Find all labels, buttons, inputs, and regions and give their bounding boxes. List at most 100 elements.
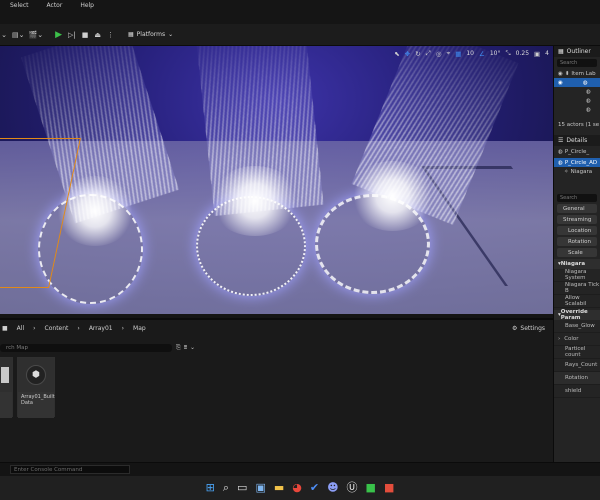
location-dropdown[interactable]: Location	[557, 226, 597, 235]
menu-actor[interactable]: Actor	[47, 2, 63, 9]
chevron-down-icon[interactable]: ⌄	[190, 344, 195, 352]
component-name: P_Circle_AD	[564, 159, 598, 166]
console-input[interactable]: Enter Console Command	[10, 465, 130, 474]
cube-icon: ⬢	[18, 358, 54, 392]
tab-outliner[interactable]: ▦ Outliner	[554, 46, 600, 57]
outliner-icon: ▦	[558, 48, 564, 55]
gear-icon: ⚙	[512, 324, 518, 332]
content-search-input[interactable]: rch Map	[0, 344, 172, 352]
details-actor-name[interactable]: P_Circle_	[565, 149, 589, 155]
actor-count-label: 15 actors (1 se	[558, 121, 600, 128]
component-icon: ◍	[558, 159, 563, 166]
menu-help[interactable]: Help	[80, 2, 94, 9]
scale-snap-value[interactable]: 0.25	[516, 50, 529, 57]
section-niagara[interactable]: ▾ Niagara	[554, 259, 600, 269]
eject-button[interactable]: ⏏	[94, 28, 101, 42]
chevron-right-icon[interactable]: ›	[558, 336, 560, 342]
cinematics-icon[interactable]: 🎬⌄	[28, 28, 43, 42]
level-thumbnail	[0, 358, 12, 392]
camera-speed-icon[interactable]: ▣	[534, 50, 540, 58]
main-toolbar: ⌄ ▤⌄ 🎬⌄ ▶ ▷| ■ ⏏ ⋮ ▦ Platforms ⌄	[0, 24, 600, 46]
search-icon[interactable]: ⌕	[223, 481, 229, 495]
asset-tile[interactable]: ⬢ Array01_Built Data	[17, 357, 55, 418]
asset-label: Array01_Built Data	[18, 392, 55, 418]
stop-button[interactable]: ■	[82, 28, 89, 42]
breadcrumb-map[interactable]: Map	[133, 325, 146, 332]
glow-core	[350, 161, 435, 231]
platforms-icon: ▦	[128, 31, 134, 38]
rotate-icon[interactable]: ↻	[415, 50, 420, 58]
details-search-placeholder: Search	[560, 195, 578, 201]
grid-snap-icon[interactable]: ▦	[455, 50, 461, 58]
outliner-header: ◉ ⬍ Item Lab	[554, 69, 600, 78]
component-row[interactable]: ✧ Niagara	[554, 167, 600, 176]
menu-select[interactable]: Select	[10, 2, 29, 9]
outliner-row[interactable]: ◍	[554, 87, 600, 96]
filter-general[interactable]: General	[557, 204, 597, 213]
level-viewport[interactable]: ⬉ ✥ ↻ ⤢ ◎ ⌖ ▦ 10 ∠ 10° ⤡ 0.25 ▣ 4	[0, 46, 553, 314]
pin-icon[interactable]: ⬍	[565, 71, 570, 77]
filter-streaming[interactable]: Streaming	[557, 215, 597, 224]
widgets-icon[interactable]: ▣	[255, 481, 265, 495]
outliner-row[interactable]: ◍	[554, 105, 600, 114]
task-view-icon[interactable]: ▭	[237, 481, 247, 495]
actor-icon: ◍	[558, 149, 563, 155]
scale-dropdown[interactable]: Scale	[557, 248, 597, 257]
more-options-icon[interactable]: ⋮	[107, 28, 114, 42]
filter-icon[interactable]: ⩩	[184, 344, 187, 352]
content-search-placeholder: rch Map	[6, 345, 29, 351]
rotation-snap-value[interactable]: 10°	[490, 50, 501, 57]
right-panel: ▦ Outliner Search ◉ ⬍ Item Lab ◉ ◍ ◍ ◍ ◍…	[553, 46, 600, 462]
console-bar: Enter Console Command	[0, 462, 600, 476]
niagara-icon: ✧	[564, 168, 569, 175]
scale-icon[interactable]: ⤢	[426, 49, 431, 58]
app-icon[interactable]: ■	[384, 481, 394, 495]
platforms-button[interactable]: ▦ Platforms ⌄	[128, 31, 173, 38]
unreal-icon[interactable]: Ⓤ	[347, 481, 358, 495]
outliner-search-placeholder: Search	[560, 60, 578, 66]
scale-snap-icon[interactable]: ⤡	[505, 49, 510, 58]
play-button[interactable]: ▶	[55, 28, 62, 42]
surface-snap-icon[interactable]: ⌖	[447, 49, 451, 58]
outliner-search[interactable]: Search	[557, 59, 597, 67]
step-button[interactable]: ▷|	[68, 28, 76, 42]
breadcrumb-array01[interactable]: Array01	[89, 325, 113, 332]
chevron-down-icon: ⌄	[168, 31, 174, 38]
rotation-dropdown[interactable]: Rotation	[557, 237, 597, 246]
content-browser: ■ All › Content › Array01 › Map ⚙ Settin…	[0, 318, 553, 462]
component-row[interactable]: ◍ P_Circle_AD	[554, 158, 600, 167]
breadcrumb-content[interactable]: Content	[45, 325, 69, 332]
todo-icon[interactable]: ✔	[310, 481, 319, 495]
world-local-icon[interactable]: ◎	[436, 50, 442, 58]
chrome-icon[interactable]: ◕	[292, 481, 302, 495]
eye-icon[interactable]: ◉	[558, 80, 563, 86]
section-override-params[interactable]: ▾ Override Param	[554, 309, 600, 321]
breadcrumb-all[interactable]: All	[17, 325, 24, 332]
camtasia-icon[interactable]: ■	[366, 481, 376, 495]
asset-tile[interactable]	[0, 357, 13, 418]
rotation-snap-icon[interactable]: ∠	[479, 50, 485, 58]
settings-label: Settings	[520, 324, 545, 332]
blueprint-icon[interactable]: ▤⌄	[12, 28, 24, 42]
tab-details[interactable]: ☰ Details	[554, 135, 600, 146]
save-search-icon[interactable]: ⎘	[176, 344, 181, 352]
translate-icon[interactable]: ✥	[405, 50, 410, 58]
windows-taskbar: ⊞ ⌕ ▭ ▣ ▬ ◕ ✔ ☻ Ⓤ ■ ■	[0, 476, 600, 500]
file-explorer-icon[interactable]: ▬	[274, 481, 284, 495]
details-actor: ◍ P_Circle_	[554, 146, 600, 158]
outliner-row[interactable]: ◉ ◍	[554, 78, 600, 87]
details-search[interactable]: Search	[557, 194, 597, 202]
camera-speed-value[interactable]: 4	[545, 50, 549, 57]
prop-shield: shield	[554, 385, 600, 398]
eye-icon[interactable]: ◉	[558, 71, 563, 77]
settings-button[interactable]: ⚙ Settings	[512, 325, 545, 332]
select-mode-icon[interactable]: ⬉	[394, 50, 399, 58]
chevron-down-icon[interactable]: ⌄	[0, 28, 8, 42]
prop-rays-count: Rays_Count	[554, 359, 600, 372]
windows-icon[interactable]: ⊞	[206, 481, 215, 495]
column-header-label[interactable]: Item Lab	[571, 71, 595, 77]
grid-snap-value[interactable]: 10	[466, 50, 474, 57]
folder-icon[interactable]: ■	[2, 325, 8, 332]
discord-icon[interactable]: ☻	[327, 481, 338, 495]
outliner-row[interactable]: ◍	[554, 96, 600, 105]
